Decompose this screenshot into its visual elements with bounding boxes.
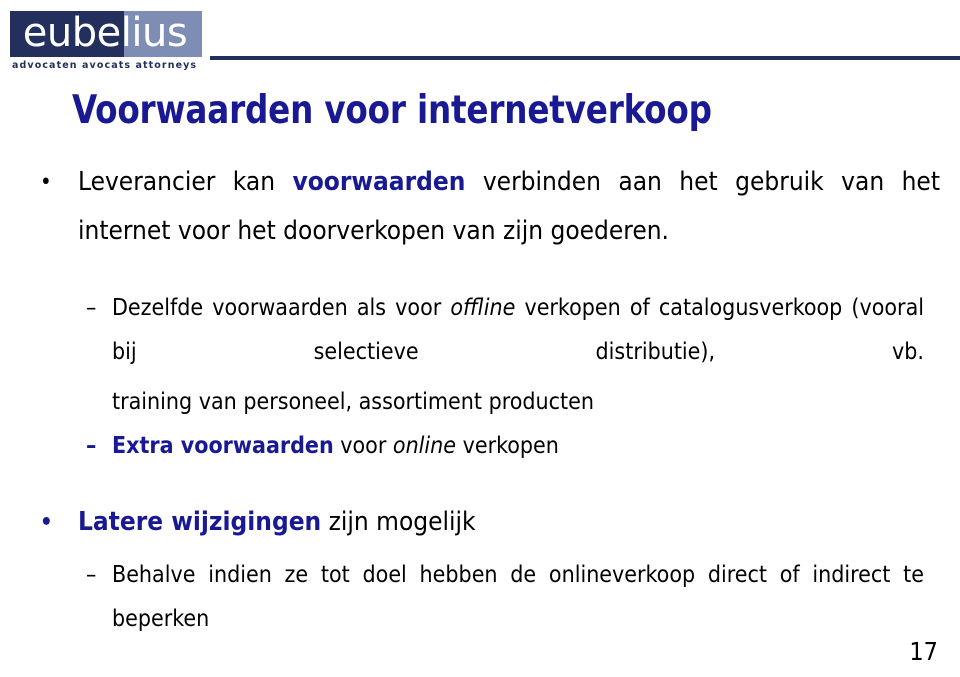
sub-bullet-continuation: training van personeel, assortiment prod…: [86, 380, 924, 424]
bullet-text: Leverancier kan voorwaarden verbinden aa…: [78, 158, 940, 256]
slide-title: Voorwaarden voor internetverkoop: [72, 88, 712, 133]
sub-bullet-text: Extra voorwaarden voor online verkopen: [112, 424, 924, 468]
bullet-marker: •: [40, 170, 52, 195]
bullet-marker: •: [40, 510, 53, 535]
text-segment: Behalve indien ze tot doel hebben de onl…: [112, 562, 924, 632]
text-segment: voor: [333, 433, 393, 459]
header-divider-rule: [210, 56, 960, 60]
dash-marker: –: [86, 562, 97, 588]
sub-bullet-text: training van personeel, assortiment prod…: [112, 380, 924, 424]
text-segment-emphasis: Latere wijzigingen: [78, 507, 322, 537]
bullet-text: Latere wijzigingen zijn mogelijk: [78, 498, 940, 547]
text-segment-italic: offline: [450, 295, 516, 321]
text-segment: Leverancier kan: [78, 167, 293, 197]
text-segment: verkopen: [456, 433, 559, 459]
sub-bullet-text: Behalve indien ze tot doel hebben de onl…: [112, 553, 924, 641]
slide-body: • Leverancier kan voorwaarden verbinden …: [0, 152, 960, 641]
text-segment-emphasis: Extra voorwaarden: [112, 433, 334, 459]
text-segment: training van personeel, assortiment prod…: [112, 389, 594, 415]
logo-wordmark: eubelius: [22, 10, 188, 56]
bullet-paragraph: • Leverancier kan voorwaarden verbinden …: [38, 158, 940, 256]
text-segment: zijn mogelijk: [321, 507, 476, 537]
text-segment-emphasis: voorwaarden: [292, 167, 466, 197]
dash-marker: –: [86, 433, 97, 459]
logo-tagline: advocaten avocats attorneys: [12, 60, 198, 71]
sub-bullet-paragraph: – Dezelfde voorwaarden als voor offline …: [86, 286, 924, 374]
text-segment-italic: online: [392, 433, 457, 459]
sub-bullet-paragraph: – Behalve indien ze tot doel hebben de o…: [86, 553, 924, 641]
page-number: 17: [909, 637, 938, 666]
dash-marker: –: [86, 295, 97, 321]
sub-bullet-text: Dezelfde voorwaarden als voor offline ve…: [112, 286, 924, 374]
text-segment: Dezelfde voorwaarden als voor: [112, 295, 451, 321]
eubelius-logo: eubelius: [10, 11, 202, 57]
sub-bullet-paragraph: – Extra voorwaarden voor online verkopen: [86, 424, 924, 468]
slide-header: eubelius advocaten avocats attorneys: [0, 0, 960, 78]
bullet-paragraph: • Latere wijzigingen zijn mogelijk: [38, 498, 940, 547]
